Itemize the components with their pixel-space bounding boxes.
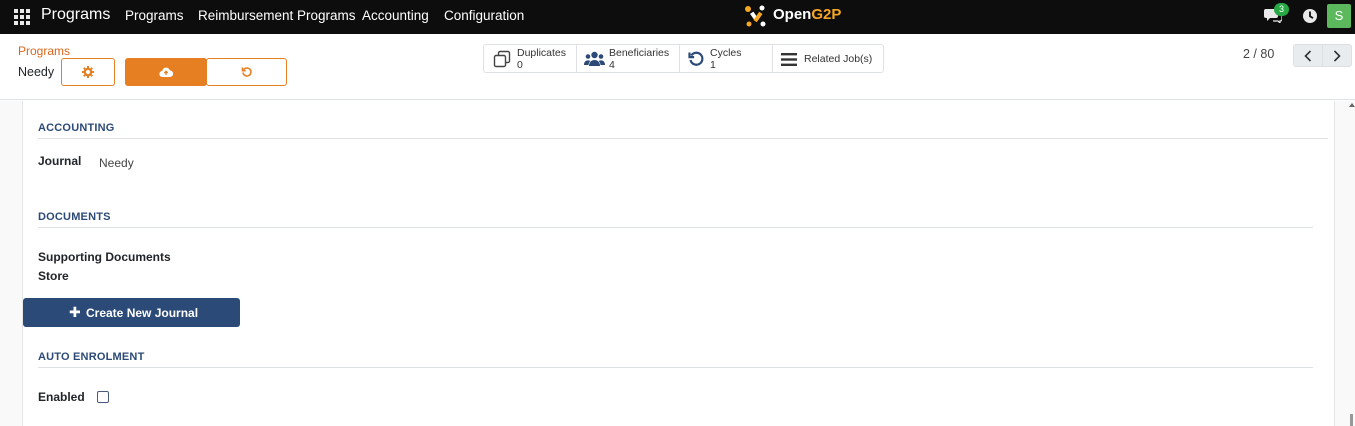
breadcrumb-current: Needy [18,65,55,79]
messages-button[interactable]: 3 [1264,3,1289,25]
cloud-upload-icon [159,67,173,78]
stat-cycles-button[interactable]: Cycles 1 [679,44,773,73]
create-new-journal-button[interactable]: ✚ Create New Journal [23,298,240,327]
form-view: ACCOUNTING Journal Needy DOCUMENTS Suppo… [0,101,1355,426]
plus-icon: ✚ [69,304,81,320]
chat-count-badge: 3 [1274,3,1289,16]
activities-button[interactable] [1302,8,1318,24]
section-title-accounting: ACCOUNTING [38,122,115,134]
stat-duplicates-button[interactable]: Duplicates 0 [483,44,577,73]
supporting-documents-store-label-line2: Store [38,269,69,283]
previous-record-button[interactable] [1293,44,1323,67]
gear-icon [82,66,94,78]
scrollbar-thumb[interactable] [1350,414,1353,426]
clock-icon [1303,9,1317,23]
user-avatar[interactable]: S [1327,4,1351,28]
stat-cycles-label: Cycles [710,47,742,59]
list-icon [781,53,797,66]
menu-programs[interactable]: Programs [125,8,184,23]
auto-enrolment-enabled-checkbox[interactable] [97,391,109,403]
create-new-journal-label: Create New Journal [86,306,199,320]
stat-related-jobs-label: Related Job(s) [804,53,873,65]
stat-beneficiaries-value: 4 [609,59,615,71]
next-record-button[interactable] [1322,44,1352,67]
form-sheet: ACCOUNTING Journal Needy DOCUMENTS Suppo… [22,101,1335,426]
refresh-icon [688,51,704,66]
logo-wordmark: OpenG2P [773,6,842,23]
control-panel: Programs Needy Duplicates 0 Beneficiarie… [0,34,1355,100]
vertical-scrollbar[interactable] [1348,101,1355,426]
section-title-auto-enrolment: AUTO ENROLMENT [38,351,145,363]
stat-beneficiaries-button[interactable]: Beneficiaries 4 [576,44,680,73]
section-separator [38,367,1313,368]
stat-duplicates-value: 0 [517,59,523,71]
breadcrumb-programs[interactable]: Programs [18,44,70,58]
undo-icon [241,67,252,77]
auto-enrolment-enabled-label: Enabled [38,390,85,404]
openg2p-logo: OpenG2P [743,3,855,29]
copy-icon [493,50,511,68]
record-pager: 2 / 80 [1243,47,1275,61]
journal-label: Journal [38,154,82,168]
app-menu-icon[interactable] [14,9,32,25]
stat-cycles-value: 1 [710,59,716,71]
chevron-right-icon [1333,49,1341,62]
supporting-documents-store-label-line1: Supporting Documents [38,250,171,264]
users-icon [584,51,605,66]
app-title[interactable]: Programs [41,6,110,24]
chevron-left-icon [1304,49,1312,62]
journal-field[interactable]: Needy [99,156,134,170]
scroll-up-arrow-icon[interactable] [1349,103,1355,107]
menu-reimbursement-programs[interactable]: Reimbursement Programs [198,8,356,23]
stat-related-jobs-button[interactable]: Related Job(s) [772,44,884,73]
openg2p-logo-mark-icon [745,5,766,27]
top-navbar: Programs Programs Reimbursement Programs… [0,0,1355,34]
section-separator [38,227,1313,228]
section-title-documents: DOCUMENTS [38,211,111,223]
menu-accounting[interactable]: Accounting [362,8,429,23]
menu-configuration[interactable]: Configuration [444,8,524,23]
action-gear-button[interactable] [61,58,115,86]
stat-beneficiaries-label: Beneficiaries [609,47,670,59]
section-separator [38,138,1328,139]
save-button[interactable] [125,58,207,86]
stat-duplicates-label: Duplicates [517,47,567,59]
discard-button[interactable] [206,58,287,86]
